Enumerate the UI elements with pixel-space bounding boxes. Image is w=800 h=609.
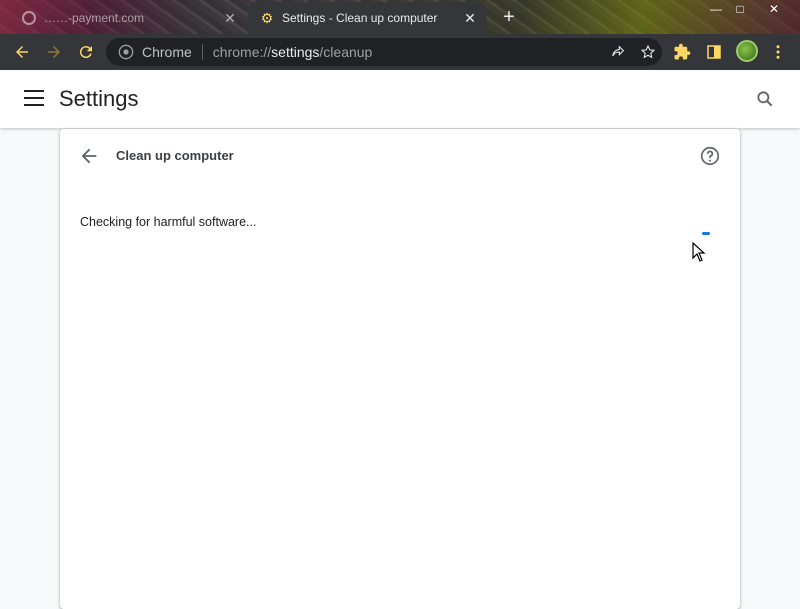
settings-gear-icon: ⚙ <box>260 10 274 26</box>
help-icon[interactable] <box>699 145 721 167</box>
tab-title: ……-payment.com <box>44 11 145 25</box>
mouse-cursor-icon <box>692 242 706 262</box>
bookmark-star-icon[interactable] <box>640 44 656 60</box>
url-text: chrome://settings/cleanup <box>212 44 373 60</box>
maximize-button[interactable]: □ <box>726 0 754 18</box>
back-button[interactable] <box>8 38 36 66</box>
settings-header: Settings <box>0 70 800 128</box>
tab-settings[interactable]: ⚙ Settings - Clean up computer ✕ <box>248 2 486 34</box>
globe-icon <box>22 11 36 25</box>
tab-title: Settings - Clean up computer <box>282 11 438 25</box>
search-icon[interactable] <box>755 89 775 109</box>
omnibox-divider <box>201 44 203 60</box>
scan-status-text: Checking for harmful software... <box>80 215 257 229</box>
cleanup-card: Clean up computer Checking for harmful s… <box>60 129 740 609</box>
back-arrow-icon[interactable] <box>78 145 100 167</box>
forward-arrow-icon <box>48 46 60 58</box>
page-title: Settings <box>59 86 139 111</box>
hamburger-menu-icon[interactable] <box>24 90 44 108</box>
more-vertical-icon <box>776 45 780 59</box>
tab-close-icon[interactable]: ✕ <box>220 10 240 27</box>
chrome-menu-button[interactable] <box>764 38 792 66</box>
address-bar[interactable]: Chrome chrome://settings/cleanup <box>106 38 662 66</box>
chrome-icon <box>118 44 134 60</box>
back-arrow-icon <box>16 46 28 58</box>
site-label: Chrome <box>142 44 192 60</box>
puzzle-icon <box>674 43 691 60</box>
tab-close-icon[interactable]: ✕ <box>460 10 480 27</box>
side-panel-icon <box>707 45 721 59</box>
forward-button[interactable] <box>40 38 68 66</box>
title-bar: ……-payment.com ✕ ⚙ Settings - Clean up c… <box>0 0 800 34</box>
window-close-button[interactable]: ✕ <box>760 0 788 18</box>
tab-payment[interactable]: ……-payment.com ✕ <box>14 2 246 34</box>
share-icon[interactable] <box>610 44 626 60</box>
side-panel-button[interactable] <box>700 38 728 66</box>
extensions-button[interactable] <box>668 38 696 66</box>
progress-spinner <box>702 232 710 235</box>
browser-toolbar: Chrome chrome://settings/cleanup <box>0 34 800 70</box>
reload-icon <box>79 46 92 59</box>
reload-button[interactable] <box>72 38 100 66</box>
profile-avatar[interactable] <box>736 40 758 62</box>
new-tab-button[interactable]: + <box>498 4 520 30</box>
cleanup-title: Clean up computer <box>116 148 234 163</box>
